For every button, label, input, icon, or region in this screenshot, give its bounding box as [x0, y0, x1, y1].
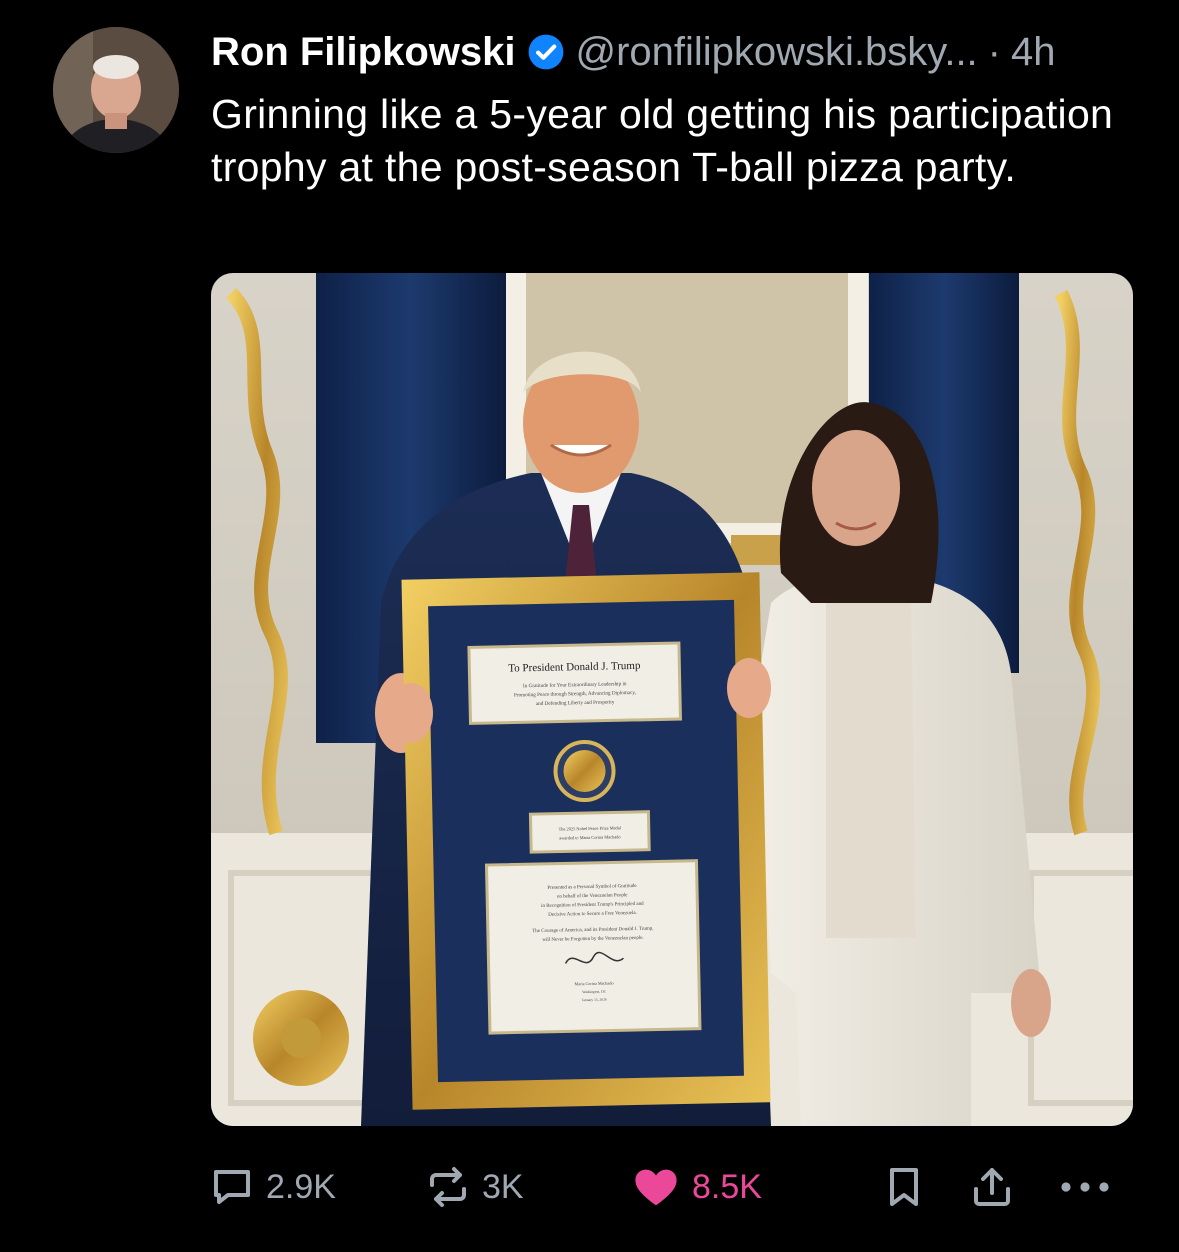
reply-count: 2.9K: [266, 1167, 336, 1206]
share-button[interactable]: [968, 1160, 1016, 1214]
photo-oval-office: To President Donald J. Trump In Gratitud…: [211, 273, 1133, 1126]
post-header: Ron Filipkowski @ronfilipkowski.bsky... …: [211, 28, 1151, 76]
reply-bubble-icon: [214, 1170, 250, 1204]
share-upload-icon: [974, 1168, 1010, 1206]
avatar-portrait: [53, 27, 179, 153]
more-options-button[interactable]: [1058, 1160, 1112, 1214]
verified-check-icon: [529, 34, 564, 70]
like-count: 8.5K: [692, 1167, 762, 1206]
header-separator: ·: [987, 29, 1001, 74]
bookmark-icon: [890, 1168, 918, 1206]
like-button[interactable]: 8.5K: [630, 1160, 762, 1214]
repost-button[interactable]: 3K: [424, 1160, 524, 1214]
heart-filled-icon: [635, 1169, 677, 1206]
bookmark-button[interactable]: [880, 1160, 928, 1214]
author-handle[interactable]: @ronfilipkowski.bsky...: [575, 30, 977, 75]
author-display-name[interactable]: Ron Filipkowski: [211, 30, 515, 75]
post-action-bar: 2.9K 3K 8.5K: [208, 1160, 1128, 1214]
post-image[interactable]: To President Donald J. Trump In Gratitud…: [211, 273, 1133, 1126]
plaque-bottom-name: Maria Corina Machado: [574, 980, 613, 986]
post-timestamp[interactable]: 4h: [1011, 30, 1056, 75]
author-avatar[interactable]: [53, 27, 179, 153]
post-text: Grinning like a 5-year old getting his p…: [211, 91, 1114, 190]
repost-count: 3K: [482, 1167, 524, 1206]
reply-button[interactable]: 2.9K: [208, 1160, 336, 1214]
repost-arrows-icon: [430, 1167, 466, 1207]
more-dots-icon: [1061, 1182, 1109, 1192]
